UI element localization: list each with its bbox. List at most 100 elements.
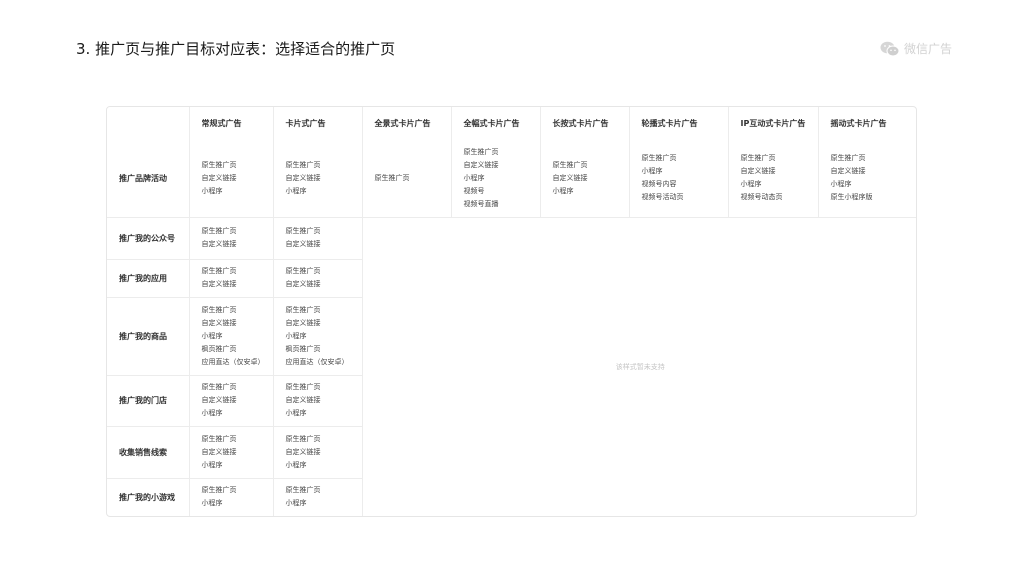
- landing-page-option: 小程序: [201, 186, 223, 195]
- landing-page-option: 自定义链接: [201, 280, 237, 288]
- row-header-goal: 推广品牌活动: [107, 140, 190, 218]
- landing-page-option: 小程序: [201, 499, 223, 508]
- column-header: IP互动式卡片广告: [727, 107, 819, 140]
- landing-page-option: 原生推广页: [285, 434, 321, 443]
- landing-page-option: 小程序: [740, 180, 762, 189]
- landing-page-option: 原生推广页: [285, 383, 321, 391]
- row-header-goal: 推广我的商品: [107, 296, 190, 376]
- column-header: 长按式卡片广告: [539, 107, 630, 140]
- landing-page-option: 原生推广页: [285, 267, 321, 275]
- wechat-icon: [880, 41, 900, 56]
- landing-page-option: 小程序: [830, 180, 852, 189]
- landing-page-option: 视频号动态页: [740, 193, 783, 202]
- landing-page-option: 自定义链接: [285, 396, 321, 404]
- logo-text: 微信广告: [904, 42, 953, 56]
- column-header: 摇动式卡片广告: [817, 107, 916, 140]
- landing-page-option: 小程序: [201, 409, 223, 417]
- landing-page-option: 视频号: [463, 186, 485, 195]
- header-row: 常规式广告 卡片式广告 全景式卡片广告 全幅式卡片广告 长按式卡片广告 轮播式卡…: [107, 107, 916, 140]
- landing-page-option: 自定义链接: [285, 280, 321, 288]
- row-header-goal: 收集销售线索: [107, 425, 190, 479]
- table-cell: 原生推广页自定义链接: [188, 216, 274, 260]
- landing-page-option: 原生推广页: [740, 154, 776, 163]
- table-cell: 原生推广页自定义链接小程序: [188, 374, 274, 427]
- landing-page-option: 视频号活动页: [641, 193, 684, 202]
- table-cell: 原生推广页 自定义链接 小程序: [188, 425, 274, 479]
- landing-page-option: 原生推广页: [463, 147, 499, 156]
- landing-page-option: 原生推广页: [374, 173, 410, 182]
- table-cell: 原生推广页 自定义链接 小程序 枫页推广页 应用直达（仅安卓）: [272, 296, 362, 376]
- landing-page-option: 视频号直播: [463, 199, 499, 208]
- landing-page-option: 小程序: [641, 167, 663, 176]
- landing-page-option: 自定义链接: [830, 167, 866, 176]
- landing-page-option: 小程序: [552, 186, 574, 195]
- landing-page-option: 小程序: [285, 460, 307, 469]
- table-cell: 原生推广页自定义链接小程序视频号视频号直播: [450, 140, 541, 218]
- landing-page-option: 小程序: [285, 409, 307, 417]
- column-header: 全幅式卡片广告: [450, 107, 541, 140]
- landing-page-option: 自定义链接: [285, 173, 321, 182]
- column-header: 常规式广告: [188, 107, 274, 140]
- table-cell: 原生推广页: [361, 140, 452, 218]
- landing-page-option: 小程序: [201, 331, 223, 340]
- table-cell: 原生推广页自定义链接小程序: [272, 425, 362, 479]
- landing-page-option: 原生推广页: [641, 154, 677, 163]
- landing-page-option: 原生小程序版: [830, 193, 873, 202]
- wechat-ads-logo: 微信广告: [880, 40, 952, 57]
- table-cell: 原生推广页自定义链接小程序: [272, 140, 363, 218]
- landing-page-option: 小程序: [285, 331, 307, 340]
- landing-page-option: 原生推广页: [201, 227, 237, 235]
- table-cell: 原生推广页小程序视频号内容视频号活动页: [628, 140, 729, 218]
- landing-page-option: 原生推广页: [552, 160, 588, 169]
- landing-page-option: 枫页推广页: [285, 344, 321, 353]
- landing-page-option: 原生推广页: [285, 305, 321, 314]
- landing-page-option: 小程序: [463, 173, 485, 182]
- landing-page-option: 原生推广页: [201, 434, 237, 443]
- row-header-goal: 推广我的应用: [107, 258, 190, 298]
- landing-page-option: 视频号内容: [641, 180, 677, 189]
- landing-page-option: 自定义链接: [201, 318, 237, 327]
- column-header: 卡片式广告: [272, 107, 363, 140]
- column-header: 轮播式卡片广告: [628, 107, 729, 140]
- row-header-goal: 推广我的公众号: [107, 216, 190, 260]
- landing-page-mapping-table: 常规式广告 卡片式广告 全景式卡片广告 全幅式卡片广告 长按式卡片广告 轮播式卡…: [106, 106, 917, 517]
- landing-page-option: 自定义链接: [552, 173, 588, 182]
- unsupported-note: 该样式暂未支持: [361, 216, 916, 516]
- landing-page-option: 小程序: [285, 499, 307, 508]
- table-cell: 原生推广页 自定义链接: [188, 258, 274, 298]
- landing-page-option: 自定义链接: [740, 167, 776, 176]
- table-cell: 原生推广页自定义链接小程序: [539, 140, 630, 218]
- corner-cell: [107, 107, 190, 140]
- table-cell: 原生推广页自定义链接小程序枫页推广页应用直达（仅安卓）: [188, 296, 274, 376]
- table-cell: 原生推广页自定义链接小程序视频号动态页: [727, 140, 819, 218]
- table-cell: 原生推广页自定义链接小程序: [272, 374, 362, 427]
- table-cell: 原生推广页自定义链接小程序原生小程序版: [817, 140, 916, 218]
- landing-page-option: 原生推广页: [285, 227, 321, 235]
- landing-page-option: 原生推广页: [201, 486, 237, 495]
- landing-page-option: 自定义链接: [285, 447, 321, 456]
- landing-page-option: 自定义链接: [201, 447, 237, 456]
- landing-page-option: 原生推广页: [201, 160, 237, 169]
- landing-page-option: 自定义链接: [463, 160, 499, 169]
- table-cell: 原生推广页 自定义链接 小程序: [188, 140, 274, 218]
- landing-page-option: 自定义链接: [201, 396, 237, 404]
- row-header-goal: 推广我的门店: [107, 374, 190, 427]
- landing-page-option: 原生推广页: [201, 383, 237, 391]
- landing-page-option: 小程序: [285, 186, 307, 195]
- table-row: 推广我的公众号 原生推广页 自定义链接 原生推广页 自定义链接 该样式暂未支持: [107, 216, 916, 516]
- table-cell: 原生推广页 小程序: [272, 477, 362, 516]
- landing-page-option: 原生推广页: [201, 305, 237, 314]
- table-cell: 原生推广页 小程序: [188, 477, 274, 516]
- landing-page-option: 原生推广页: [285, 160, 321, 169]
- landing-page-option: 自定义链接: [201, 240, 237, 248]
- landing-page-option: 原生推广页: [285, 486, 321, 495]
- landing-page-option: 应用直达（仅安卓）: [285, 357, 349, 366]
- table-cell: 原生推广页自定义链接: [272, 258, 362, 298]
- landing-page-option: 应用直达（仅安卓）: [201, 357, 265, 366]
- table-cell: 原生推广页自定义链接: [272, 216, 363, 260]
- landing-page-option: 自定义链接: [285, 240, 321, 248]
- column-header: 全景式卡片广告: [361, 107, 452, 140]
- table-row: 推广品牌活动 原生推广页 自定义链接 小程序 原生推广页 自定义链接 小程序 原生推广页 原生推…: [107, 140, 916, 218]
- landing-page-option: 原生推广页: [830, 154, 866, 163]
- landing-page-option: 枫页推广页: [201, 344, 237, 353]
